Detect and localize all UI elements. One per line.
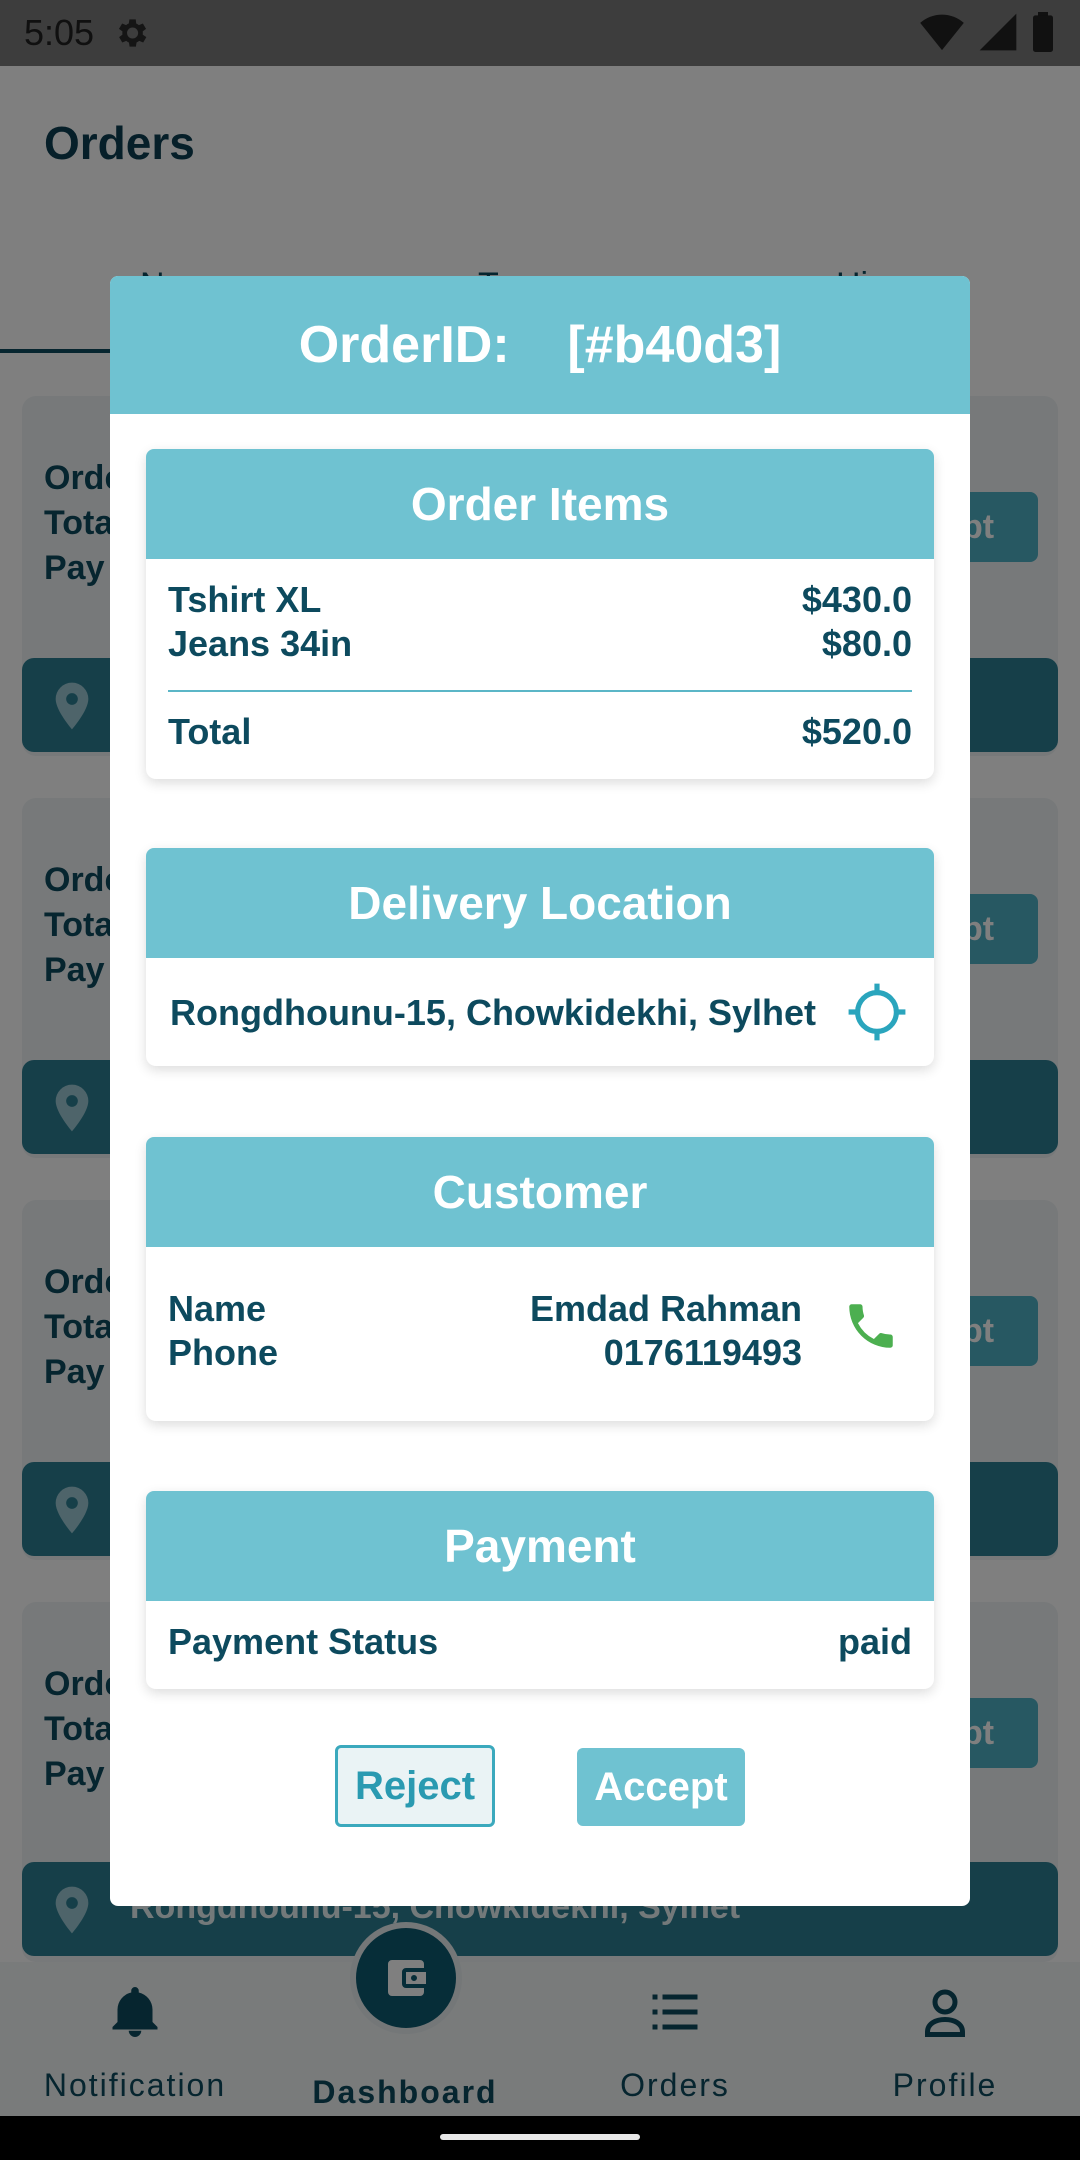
payment-section: Payment Payment Status paid xyxy=(146,1491,934,1689)
order-details-dialog: OrderID: [#b40d3] Order Items Tshirt XL … xyxy=(110,276,970,1906)
divider xyxy=(168,690,912,692)
order-items-section: Order Items Tshirt XL $430.0 Jeans 34in … xyxy=(146,449,934,779)
payment-status-row: Payment Status paid xyxy=(168,1621,912,1663)
delivery-location-section: Delivery Location Rongdhounu-15, Chowkid… xyxy=(146,848,934,1066)
payment-status-label: Payment Status xyxy=(168,1621,439,1662)
customer-values: Emdad Rahman 0176119493 xyxy=(530,1287,802,1375)
item-name: Jeans 34in xyxy=(168,623,353,664)
total-value: $520.0 xyxy=(801,711,912,752)
home-gesture-handle[interactable] xyxy=(440,2134,640,2140)
customer-phone: 0176119493 xyxy=(603,1332,802,1373)
section-title: Order Items xyxy=(410,478,670,530)
delivery-address: Rongdhounu-15, Chowkidekhi, Sylhet xyxy=(170,992,817,1033)
section-header: Customer xyxy=(146,1137,934,1247)
system-navigation-bar xyxy=(0,2116,1080,2160)
phone-call-icon[interactable] xyxy=(842,1297,900,1355)
total-row: Total $520.0 xyxy=(168,711,912,753)
dialog-header: OrderID: [#b40d3] xyxy=(110,276,970,414)
section-header: Delivery Location xyxy=(146,848,934,958)
list-item: Tshirt XL $430.0 xyxy=(168,579,912,621)
item-name: Tshirt XL xyxy=(168,579,322,620)
section-header: Payment xyxy=(146,1491,934,1601)
total-label: Total xyxy=(168,711,252,752)
name-label: Name xyxy=(168,1288,267,1329)
list-item: Jeans 34in $80.0 xyxy=(168,623,912,665)
section-title: Payment xyxy=(444,1520,636,1572)
payment-status-value: paid xyxy=(837,1621,912,1662)
dialog-title: OrderID: [#b40d3] xyxy=(298,316,782,374)
locate-crosshair-icon[interactable] xyxy=(846,981,908,1043)
customer-labels: Name Phone xyxy=(168,1287,278,1375)
accept-button[interactable]: Accept xyxy=(577,1748,745,1826)
reject-button[interactable]: Reject xyxy=(335,1745,495,1827)
customer-section: Customer Name Phone Emdad Rahman 0176119… xyxy=(146,1137,934,1421)
phone-label: Phone xyxy=(168,1332,279,1373)
customer-name: Emdad Rahman xyxy=(529,1288,802,1329)
item-price: $80.0 xyxy=(821,623,912,664)
section-title: Delivery Location xyxy=(348,877,732,929)
section-title: Customer xyxy=(432,1166,648,1218)
section-header: Order Items xyxy=(146,449,934,559)
item-price: $430.0 xyxy=(801,579,912,620)
